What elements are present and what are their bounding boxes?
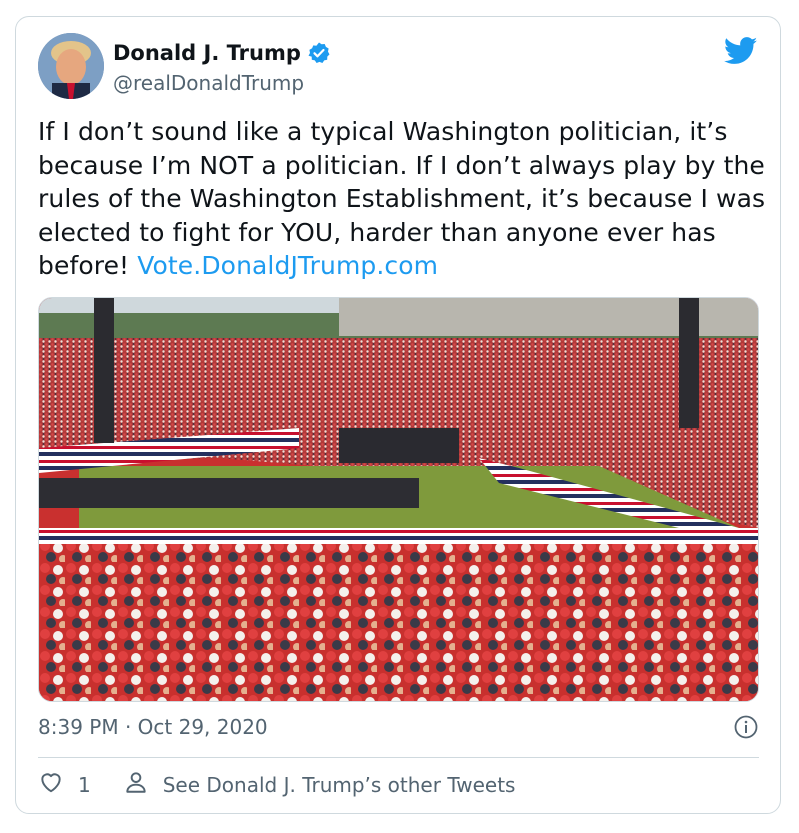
like-button[interactable]: 1 [38,769,91,800]
avatar[interactable] [38,33,104,99]
author-handle[interactable]: @realDonaldTrump [113,71,304,95]
info-icon[interactable] [734,715,758,739]
divider [38,757,759,758]
tweet-link[interactable]: Vote.DonaldJTrump.com [137,251,438,280]
author-name[interactable]: Donald J. Trump [113,41,301,65]
tweet-timestamp[interactable]: 8:39 PM · Oct 29, 2020 [38,715,268,739]
author-row: Donald J. Trump [113,41,331,65]
person-icon [123,769,149,800]
tweet-card: Donald J. Trump @realDonaldTrump If I do… [15,16,781,814]
twitter-bird-icon[interactable] [723,37,758,65]
verified-badge-icon [307,41,331,65]
heart-icon [38,769,64,800]
tweet-text: If I don’t sound like a typical Washingt… [38,115,768,283]
see-other-tweets-label: See Donald J. Trump’s other Tweets [162,772,516,797]
tweet-actions: 1 See Donald J. Trump’s other Tweets [38,769,515,800]
tweet-photo[interactable] [38,297,759,702]
see-other-tweets-link[interactable]: See Donald J. Trump’s other Tweets [123,769,516,800]
like-count: 1 [78,772,91,797]
